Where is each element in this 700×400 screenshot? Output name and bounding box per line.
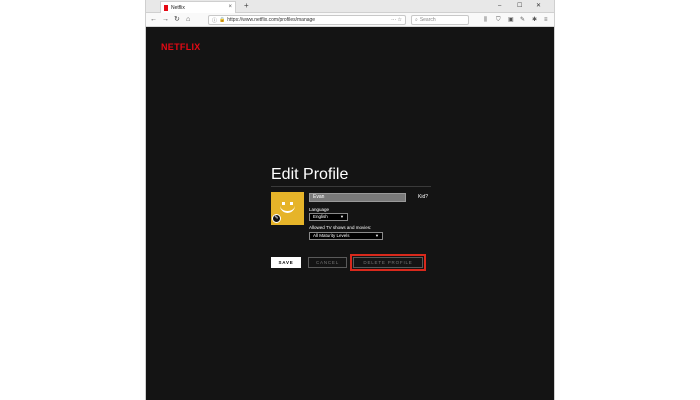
profile-name-input[interactable]: Evan [309, 193, 406, 202]
title-divider [271, 186, 431, 187]
url-text: https://www.netflix.com/profiles/manage [227, 17, 316, 23]
edit-pencil-icon[interactable]: ✎ [272, 214, 281, 223]
chevron-down-icon: ▼ [340, 214, 344, 219]
tab-strip: Netflix × + – ☐ ✕ [146, 0, 554, 13]
addon-icon[interactable]: ✱ [532, 15, 537, 25]
menu-icon[interactable]: ≡ [544, 15, 548, 25]
save-button[interactable]: SAVE [271, 257, 301, 268]
library-icon[interactable]: ⫼ [484, 15, 487, 25]
minimize-button[interactable]: – [498, 1, 501, 11]
new-tab-button[interactable]: + [244, 1, 249, 11]
avatar[interactable]: ✎ [271, 192, 304, 225]
search-placeholder: Search [419, 17, 436, 23]
netflix-logo[interactable]: NETFLIX [161, 42, 201, 52]
close-window-button[interactable]: ✕ [536, 1, 541, 11]
shield-icon[interactable]: ⛉ [496, 15, 501, 25]
delete-profile-button[interactable]: DELETE PROFILE [353, 257, 423, 268]
info-icon[interactable]: ⓘ [212, 17, 217, 24]
search-input[interactable]: ⌕ Search [411, 15, 469, 25]
maturity-label: Allowed TV shows and movies: [309, 225, 372, 230]
language-dropdown[interactable]: English ▼ [309, 213, 348, 221]
browser-window: Netflix × + – ☐ ✕ ← → ↻ ⌂ ⓘ 🔒 https://ww… [145, 0, 555, 400]
maximize-button[interactable]: ☐ [517, 1, 522, 11]
search-icon: ⌕ [415, 17, 418, 23]
language-label: Language [309, 207, 330, 212]
cancel-button[interactable]: CANCEL [308, 257, 347, 268]
lock-icon: 🔒 [219, 17, 226, 23]
navigation-bar: ← → ↻ ⌂ ⓘ 🔒 https://www.netflix.com/prof… [146, 13, 554, 27]
avatar-smile [280, 204, 295, 213]
address-bar[interactable]: ⓘ 🔒 https://www.netflix.com/profiles/man… [208, 15, 406, 25]
sidebar-icon[interactable]: ▣ [508, 15, 514, 25]
pen-icon[interactable]: ✎ [520, 15, 525, 25]
page-actions[interactable]: ··· ☆ [391, 17, 402, 23]
page-title: Edit Profile [271, 166, 349, 183]
home-icon[interactable]: ⌂ [186, 14, 190, 26]
tab-close-icon[interactable]: × [228, 4, 232, 10]
netflix-favicon-icon [164, 4, 168, 11]
reload-icon[interactable]: ↻ [174, 14, 180, 26]
chevron-down-icon: ▼ [375, 233, 379, 238]
back-icon[interactable]: ← [150, 14, 157, 26]
language-value: English [313, 214, 328, 219]
kid-toggle-label[interactable]: Kid? [418, 194, 428, 200]
maturity-value: All Maturity Levels [313, 233, 350, 238]
tab-title: Netflix [171, 4, 185, 11]
maturity-dropdown[interactable]: All Maturity Levels ▼ [309, 232, 383, 240]
tab-netflix[interactable]: Netflix × [160, 1, 236, 13]
forward-icon[interactable]: → [162, 14, 169, 26]
netflix-page: NETFLIX Edit Profile ✎ Evan Kid? Languag… [146, 27, 554, 400]
